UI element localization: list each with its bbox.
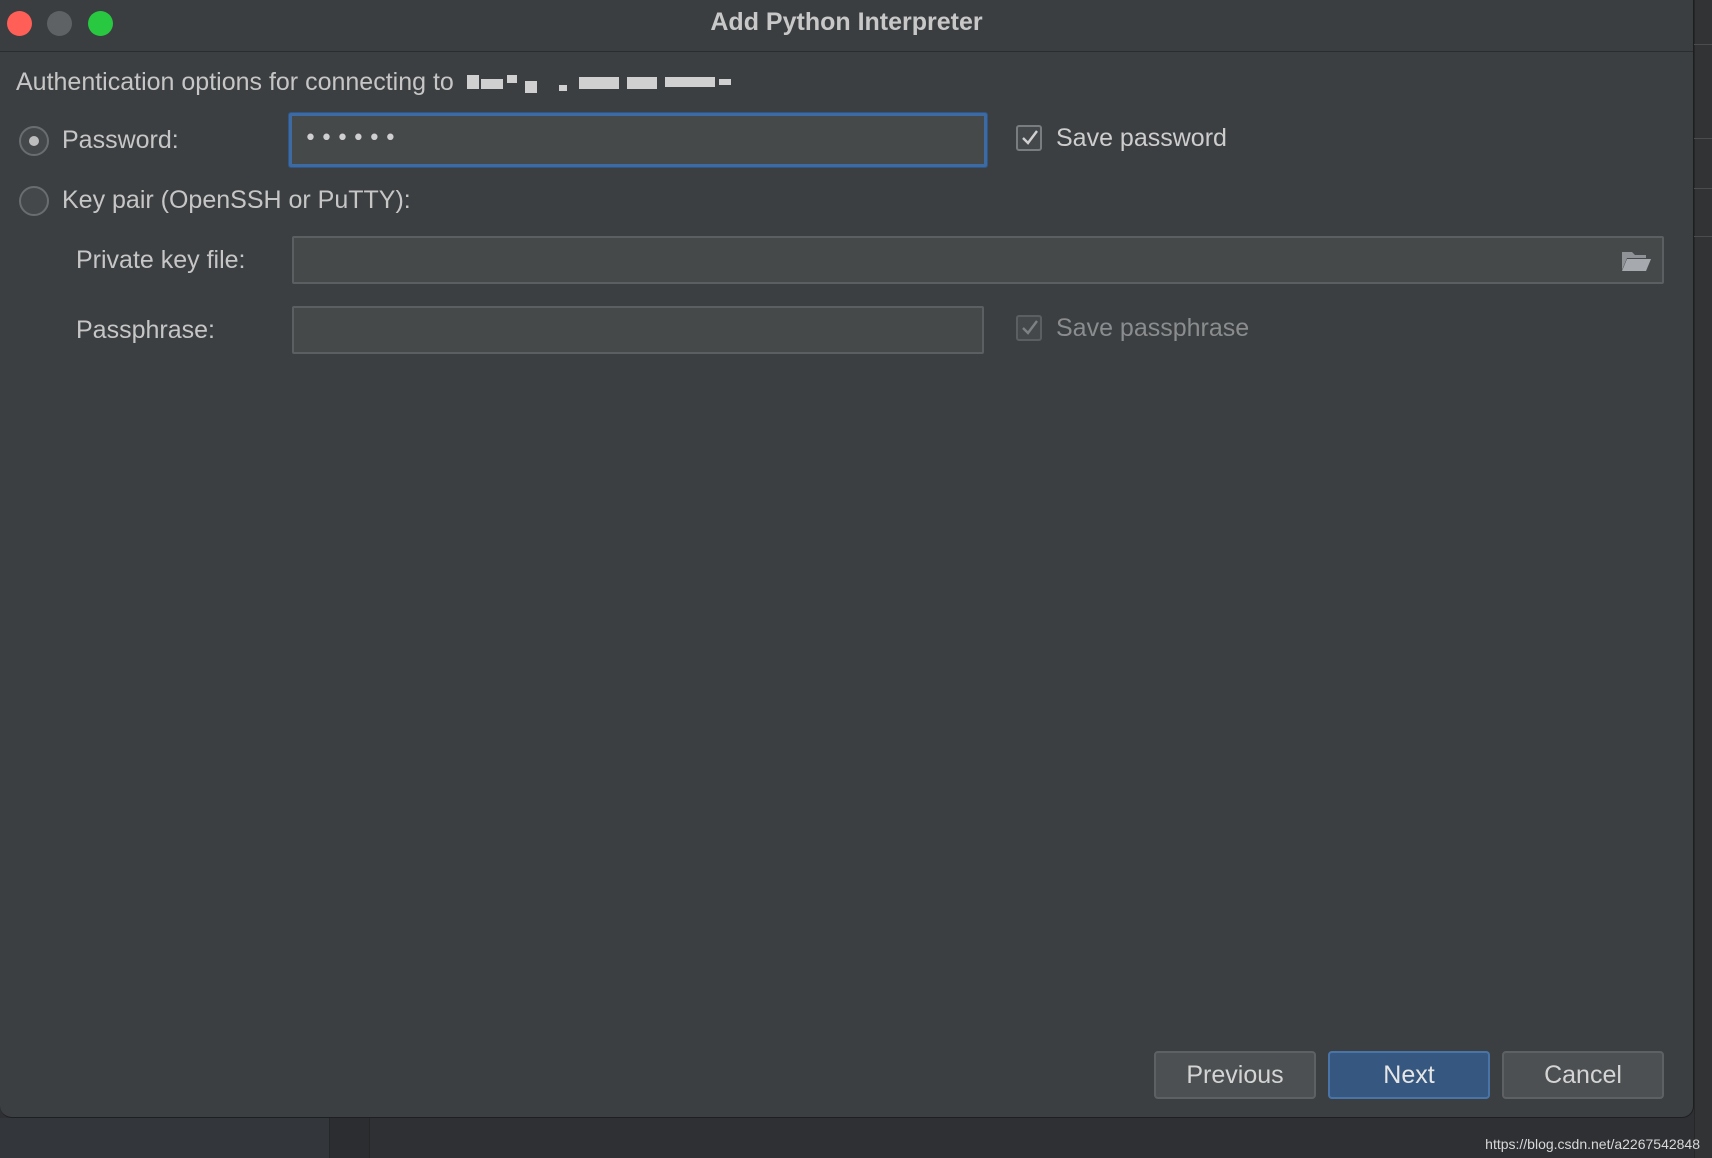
cancel-button[interactable]: Cancel	[1502, 1051, 1664, 1099]
dialog-title: Add Python Interpreter	[710, 8, 983, 36]
ide-bottom-panel	[0, 1118, 330, 1158]
title-bar: Add Python Interpreter	[0, 0, 1693, 52]
password-input[interactable]: ••••••	[289, 113, 987, 167]
checkmark-icon	[1022, 320, 1038, 335]
next-button[interactable]: Next	[1328, 1051, 1490, 1099]
watermark-text: https://blog.csdn.net/a2267542848	[1485, 1136, 1700, 1152]
private-key-input[interactable]	[292, 236, 1664, 284]
divider	[1694, 188, 1712, 189]
passphrase-label: Passphrase:	[76, 316, 215, 344]
keypair-label: Key pair (OpenSSH or PuTTY):	[62, 186, 411, 214]
auth-heading-text: Authentication options for connecting to	[16, 68, 454, 96]
password-radio[interactable]	[19, 126, 49, 156]
password-value: ••••••	[304, 126, 400, 151]
ide-bottom-panel-gutter	[330, 1118, 370, 1158]
folder-open-icon[interactable]	[1620, 248, 1652, 274]
checkmark-icon	[1022, 130, 1038, 145]
save-password-label: Save password	[1056, 124, 1227, 152]
divider	[1694, 138, 1712, 139]
save-passphrase-label: Save passphrase	[1056, 314, 1250, 342]
auth-heading: Authentication options for connecting to	[16, 68, 747, 97]
password-label: Password:	[62, 126, 179, 154]
divider	[1694, 44, 1712, 45]
private-key-label: Private key file:	[76, 246, 246, 274]
ide-side-strip	[1694, 0, 1712, 1158]
save-password-checkbox[interactable]	[1016, 125, 1042, 151]
passphrase-input[interactable]	[292, 306, 984, 354]
save-passphrase-checkbox[interactable]	[1016, 315, 1042, 341]
add-interpreter-dialog: Add Python Interpreter Authentication op…	[0, 0, 1694, 1118]
keypair-radio[interactable]	[19, 186, 49, 216]
redacted-host	[466, 73, 747, 94]
divider	[1694, 236, 1712, 237]
previous-button[interactable]: Previous	[1154, 1051, 1316, 1099]
